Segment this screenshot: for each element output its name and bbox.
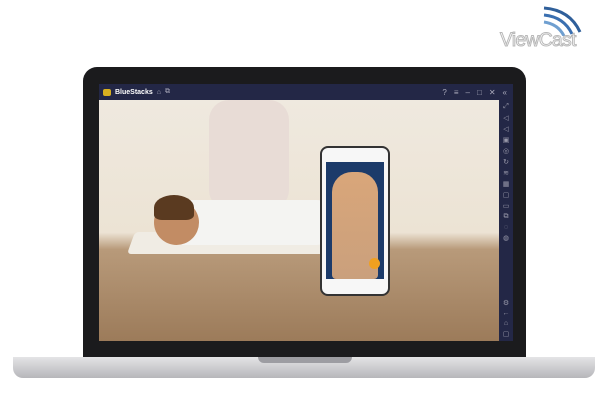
app-screen-image bbox=[99, 100, 499, 341]
home-icon[interactable]: ⌂ bbox=[504, 320, 508, 327]
person-hair bbox=[154, 195, 194, 220]
close-icon[interactable]: ✕ bbox=[489, 88, 496, 97]
bluestacks-logo-icon bbox=[103, 88, 111, 96]
media-icon[interactable]: ▢ bbox=[503, 191, 510, 199]
phone-screen bbox=[326, 162, 384, 279]
bluestacks-window: BlueStacks ⌂ ⧉ ? ≡ – □ ✕ « ⤢ ◁ ◁ ▣ ◎ ↻ ≋… bbox=[99, 84, 513, 341]
action-button[interactable] bbox=[369, 258, 380, 269]
collapse-icon[interactable]: « bbox=[503, 88, 507, 97]
settings-icon[interactable]: ⚙ bbox=[503, 299, 509, 307]
multi-instance-icon[interactable]: ⧉ bbox=[165, 88, 170, 96]
folder-icon[interactable]: ▭ bbox=[503, 202, 510, 210]
maximize-icon[interactable]: □ bbox=[477, 88, 482, 97]
viewcast-logo: ViewCast bbox=[500, 6, 596, 52]
copy-icon[interactable]: ⧉ bbox=[504, 213, 509, 221]
volume-up-icon[interactable]: ◁ bbox=[503, 114, 508, 122]
eco-icon[interactable]: ◌ bbox=[504, 224, 508, 231]
minimize-icon[interactable]: – bbox=[466, 88, 470, 97]
logo-text: ViewCast bbox=[500, 30, 577, 52]
app-title: BlueStacks bbox=[115, 88, 153, 96]
shake-icon[interactable]: ≋ bbox=[503, 169, 509, 177]
laptop-notch bbox=[258, 357, 352, 363]
volume-down-icon[interactable]: ◁ bbox=[503, 125, 508, 133]
screen-record-icon[interactable]: ▣ bbox=[503, 136, 510, 144]
macro-icon[interactable]: ◍ bbox=[503, 234, 509, 242]
fullscreen-icon[interactable]: ⤢ bbox=[503, 103, 509, 111]
home-icon[interactable]: ⌂ bbox=[157, 89, 161, 96]
recents-icon[interactable]: ▢ bbox=[503, 330, 510, 341]
screenshot-icon[interactable]: ◎ bbox=[503, 147, 509, 155]
side-toolbar: ⤢ ◁ ◁ ▣ ◎ ↻ ≋ ▦ ▢ ▭ ⧉ ◌ ◍ ⚙ ← ⌂ ▢ bbox=[499, 100, 513, 341]
back-icon[interactable]: ← bbox=[503, 310, 510, 317]
masseur-figure bbox=[209, 100, 289, 210]
menu-icon[interactable]: ≡ bbox=[454, 88, 459, 97]
titlebar: BlueStacks ⌂ ⧉ ? ≡ – □ ✕ « bbox=[99, 84, 513, 100]
help-icon[interactable]: ? bbox=[442, 88, 446, 97]
rotate-icon[interactable]: ↻ bbox=[503, 158, 509, 166]
phone bbox=[320, 146, 390, 296]
keyboard-icon[interactable]: ▦ bbox=[503, 180, 510, 188]
